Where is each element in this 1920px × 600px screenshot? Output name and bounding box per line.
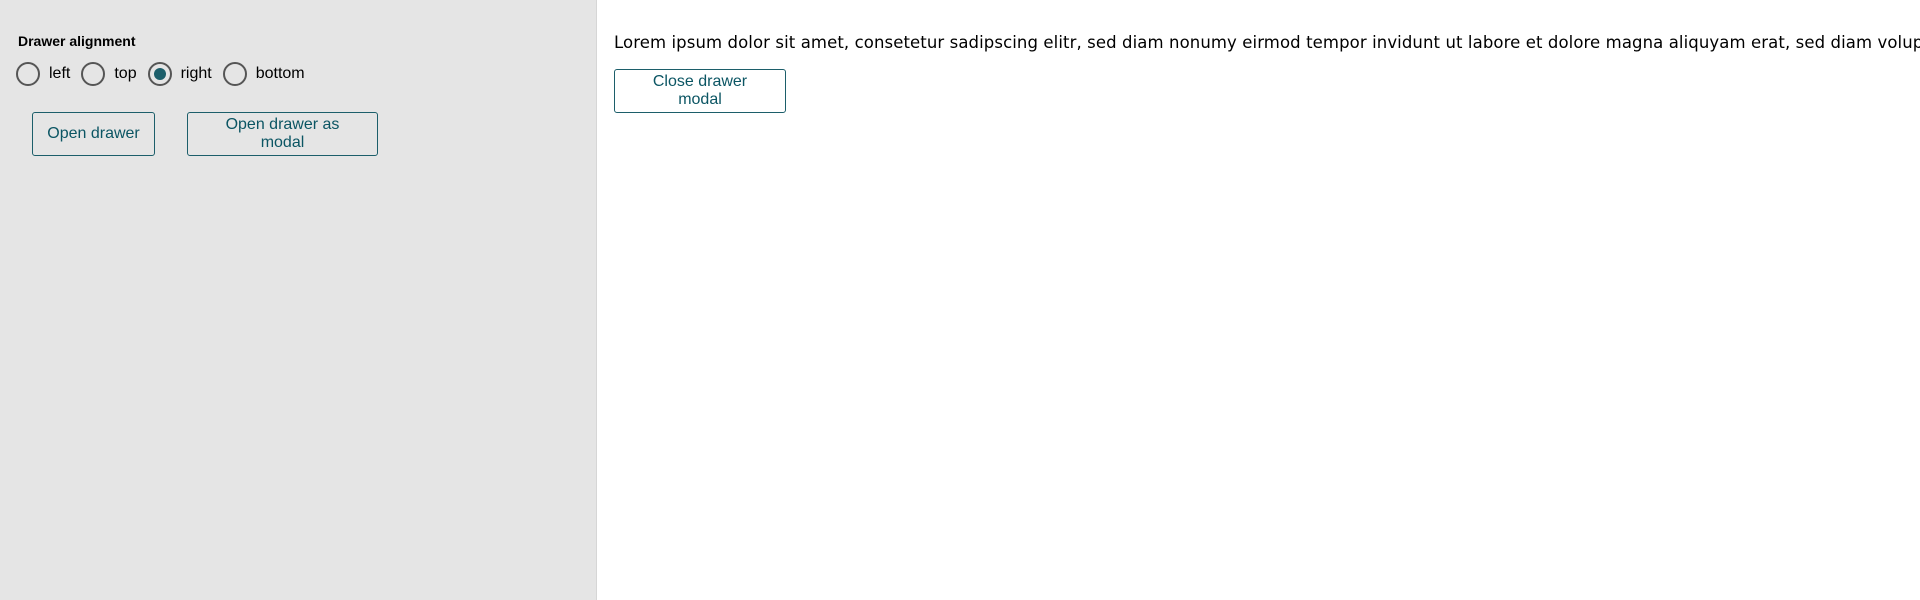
radio-right[interactable]: [147, 62, 172, 86]
radio-option-top[interactable]: top: [81, 62, 147, 86]
close-drawer-modal-button[interactable]: Close drawer modal: [614, 69, 786, 113]
radio-top-label: top: [114, 65, 137, 82]
alignment-radio-group: left top right bottom: [16, 61, 316, 87]
radio-top[interactable]: [81, 62, 106, 86]
drawer-alignment-label: Drawer alignment: [18, 33, 136, 49]
radio-option-bottom[interactable]: bottom: [222, 62, 316, 86]
radio-right-label: right: [180, 65, 212, 82]
page: Drawer alignment left top right bottom O…: [0, 0, 1920, 600]
drawer-content-text: Lorem ipsum dolor sit amet, consetetur s…: [614, 33, 1920, 52]
radio-bottom[interactable]: [222, 62, 247, 86]
open-drawer-modal-button[interactable]: Open drawer as modal: [187, 112, 378, 156]
radio-bottom-label: bottom: [255, 65, 305, 82]
open-drawer-button[interactable]: Open drawer: [32, 112, 155, 156]
controls-panel: Drawer alignment left top right bottom O…: [0, 0, 597, 600]
radio-left[interactable]: [16, 62, 40, 86]
radio-option-left[interactable]: left: [16, 62, 81, 86]
radio-left-label: left: [49, 65, 71, 82]
radio-option-right[interactable]: right: [147, 62, 223, 86]
